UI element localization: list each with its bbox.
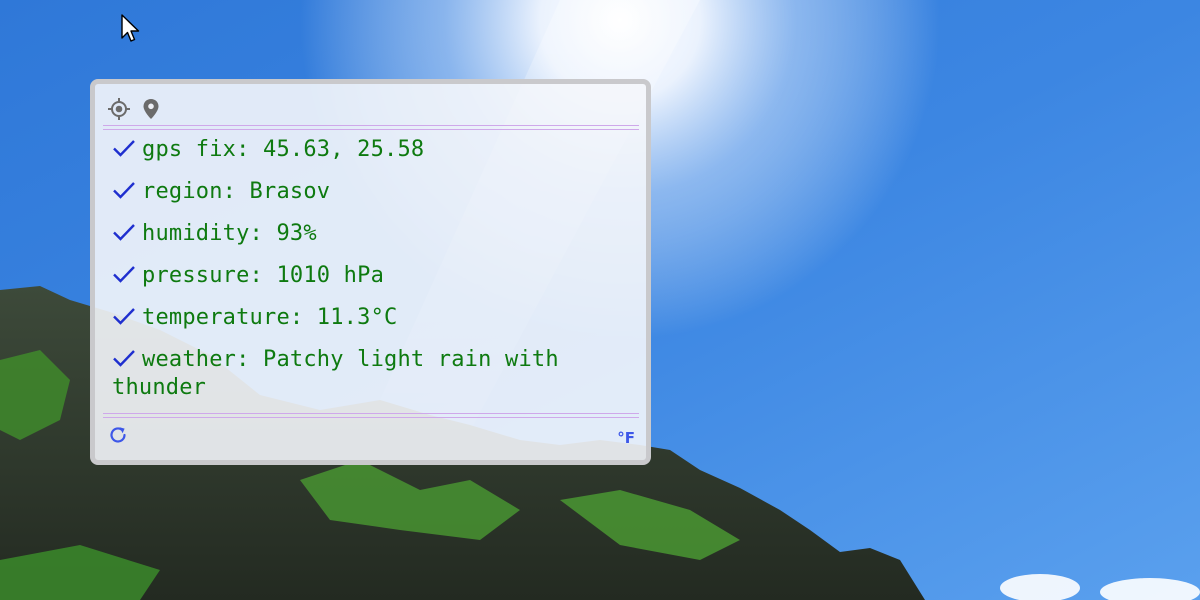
widget-header xyxy=(107,94,163,124)
locate-icon[interactable] xyxy=(107,97,131,121)
temperature-text: temperature: 11.3°C xyxy=(142,305,398,330)
check-icon xyxy=(113,266,135,283)
weather-widget: gps fix: 45.63, 25.58 region: Brasov hum… xyxy=(90,79,651,465)
check-icon xyxy=(113,308,135,325)
gps-fix-text: gps fix: 45.63, 25.58 xyxy=(142,137,425,162)
region-text: region: Brasov xyxy=(142,179,331,204)
map-pin-icon[interactable] xyxy=(139,97,163,121)
check-icon xyxy=(113,140,135,157)
list-item-region: region: Brasov xyxy=(112,178,632,206)
check-icon xyxy=(113,182,135,199)
list-item-pressure: pressure: 1010 hPa xyxy=(112,262,632,290)
weather-text: weather: Patchy light rain with thunder xyxy=(112,347,559,400)
refresh-icon[interactable] xyxy=(106,423,130,447)
list-item-gps: gps fix: 45.63, 25.58 xyxy=(112,136,632,164)
footer-divider xyxy=(103,413,639,418)
list-item-temperature: temperature: 11.3°C xyxy=(112,304,632,332)
check-icon xyxy=(113,224,135,241)
list-item-humidity: humidity: 93% xyxy=(112,220,632,248)
pressure-text: pressure: 1010 hPa xyxy=(142,263,385,288)
weather-info-list: gps fix: 45.63, 25.58 region: Brasov hum… xyxy=(112,136,632,416)
humidity-text: humidity: 93% xyxy=(142,221,317,246)
list-item-weather: weather: Patchy light rain with thunder xyxy=(112,346,632,402)
header-divider xyxy=(103,125,639,130)
check-icon xyxy=(113,350,135,367)
mouse-cursor-icon xyxy=(120,14,142,44)
unit-toggle-button[interactable]: °F xyxy=(617,429,635,447)
